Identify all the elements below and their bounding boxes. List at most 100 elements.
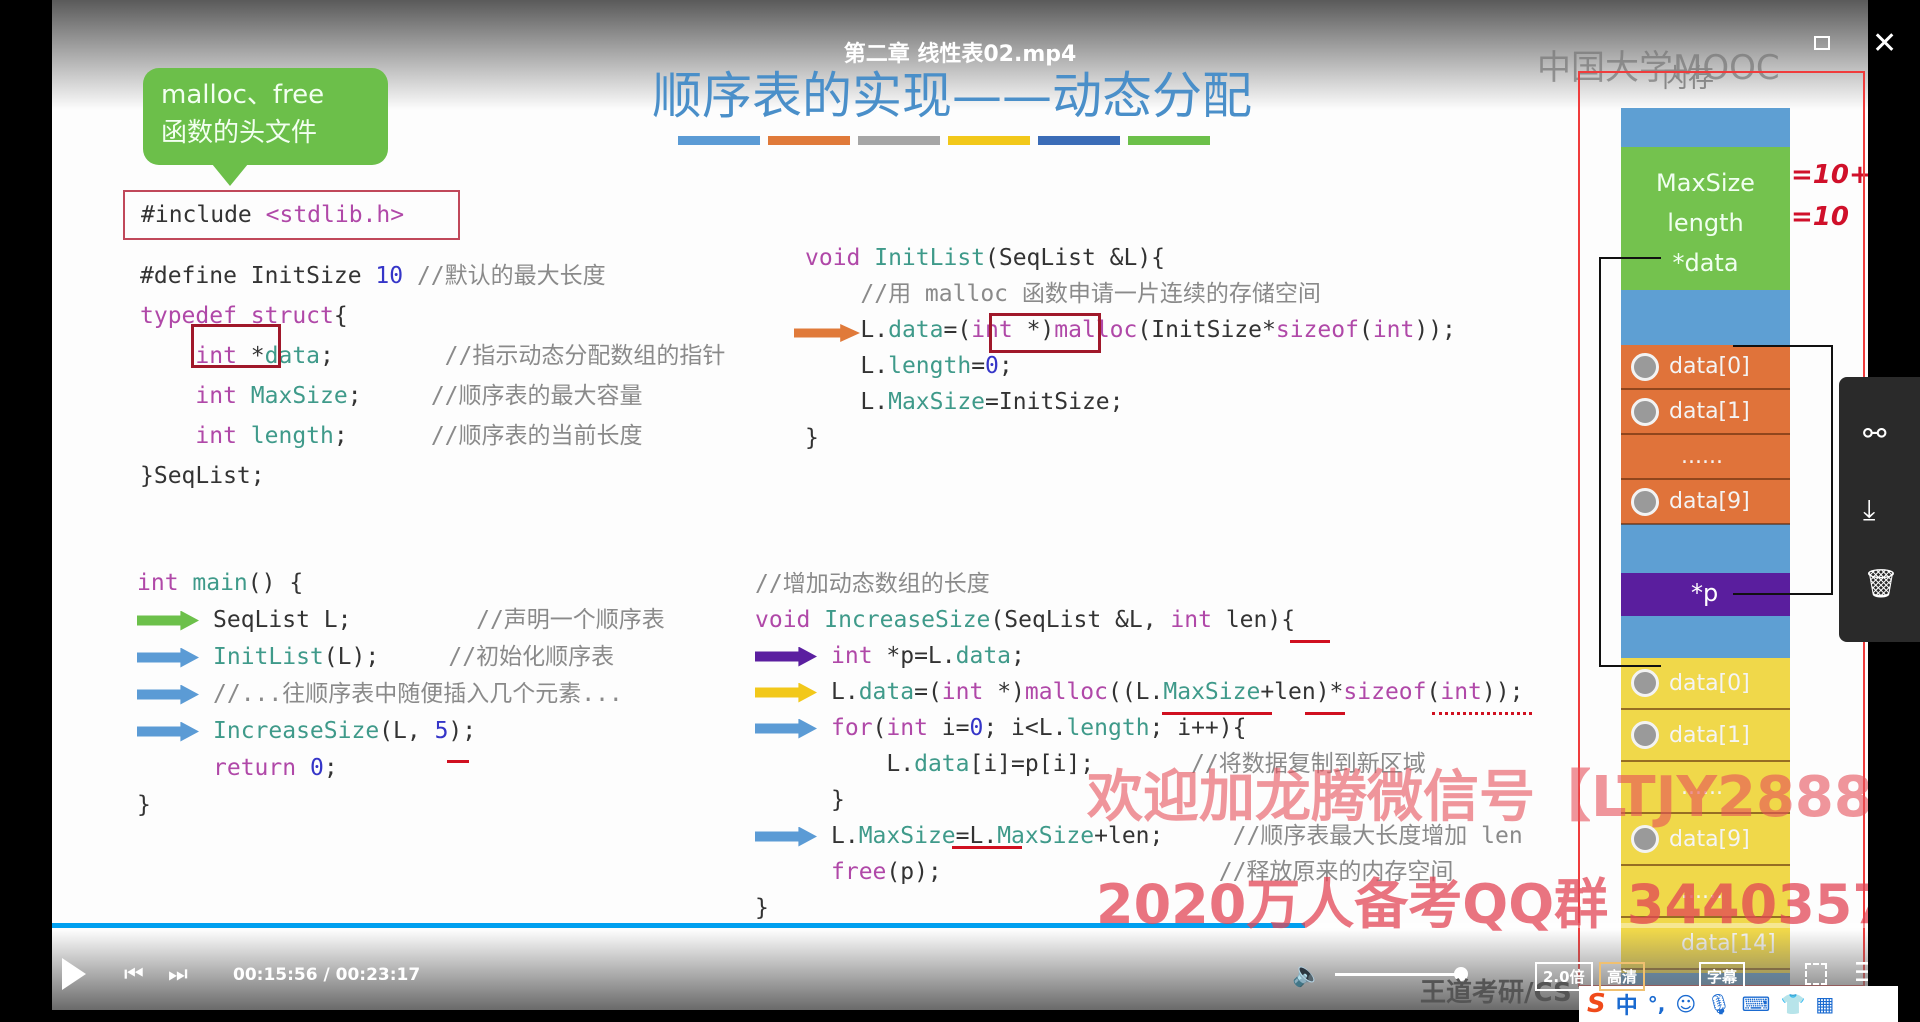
speed-button[interactable]: 2.0倍 <box>1535 962 1593 991</box>
main-code: int main() {SeqList L; //声明一个顺序表 InitList… <box>137 565 665 824</box>
code-token: 5 <box>434 718 449 744</box>
code-token: ((L. <box>1107 679 1164 705</box>
code-token: L. <box>831 823 859 849</box>
code-token: length <box>1066 715 1150 741</box>
code-token: [i]=p[i]; <box>969 751 1095 777</box>
emoji-icon[interactable]: ☺ <box>1675 992 1696 1016</box>
struct-code: #define InitSize 10 //默认的最大长度 typedef str… <box>140 256 725 496</box>
skin-icon[interactable]: 👕 <box>1780 992 1805 1016</box>
mic-icon[interactable]: 🎙 <box>1706 992 1731 1016</box>
code-token: int <box>1372 317 1415 343</box>
video-title: 第二章 线性表02.mp4 <box>843 42 1077 67</box>
code-token: (InitSize* <box>1137 317 1276 343</box>
watermark: 2020万人备考QQ群 344035733 <box>1096 873 1868 936</box>
code-token: } <box>755 895 769 921</box>
code-token: <stdlib.h> <box>265 202 405 228</box>
bubble-line: malloc、free <box>161 80 325 110</box>
code-token: ); <box>448 718 477 744</box>
ime-punct[interactable]: °, <box>1648 992 1666 1016</box>
color-bars <box>678 136 1210 145</box>
code-token: data <box>955 643 1012 669</box>
code-line: IncreaseSize(L, 5); <box>137 713 665 750</box>
sogou-logo: S <box>1587 989 1606 1019</box>
keyboard-icon[interactable]: ⌨ <box>1742 992 1771 1016</box>
code-line: L.data=(int *)malloc((L.MaxSize+len)*siz… <box>755 674 1523 710</box>
bubble-tail <box>212 164 248 186</box>
code-token: len){ <box>1211 607 1296 633</box>
code-token: data <box>858 679 915 705</box>
code-token: int <box>886 715 928 741</box>
code-line: //用 malloc 函数申请一片连续的存储空间 <box>805 276 1456 312</box>
quality-button[interactable]: 高清 <box>1599 962 1646 991</box>
code-token: IncreaseSize <box>213 718 380 744</box>
next-icon[interactable]: ⏭ <box>168 962 188 987</box>
color-bar <box>678 136 760 145</box>
initlist-code: void InitList(SeqList &L){ //用 malloc 函数… <box>805 240 1456 456</box>
code-token: data <box>888 317 944 343</box>
code-token: = <box>971 353 986 379</box>
code-token: ( <box>872 715 887 741</box>
code-line: int main() { <box>137 565 665 602</box>
code-token: 0 <box>969 715 984 741</box>
code-token: int <box>831 643 873 669</box>
code-token: MaxSize <box>236 383 348 409</box>
code-token: ; <box>323 755 338 781</box>
code-line: int length; //顺序表的当前长度 <box>140 416 725 456</box>
code-token: ; <box>320 343 445 369</box>
bubble-line: 函数的头文件 <box>161 118 318 148</box>
annotation-underline <box>1290 640 1330 643</box>
volume-icon[interactable]: 🔈 <box>1292 960 1322 988</box>
step-arrow <box>137 684 199 705</box>
code-token: int <box>140 383 237 409</box>
code-line: }SeqList; <box>140 456 725 496</box>
toolbox-icon[interactable]: ▦ <box>1815 992 1834 1016</box>
code-token: ( <box>1358 317 1373 343</box>
code-token: L. <box>831 751 915 777</box>
code-token: ( <box>1426 679 1441 705</box>
code-line: } <box>805 420 1456 456</box>
code-token: //指示动态分配数组的指针 <box>444 343 726 369</box>
code-token: } <box>831 787 845 813</box>
color-bar <box>768 136 850 145</box>
code-line: int MaxSize; //顺序表的最大容量 <box>140 376 725 416</box>
code-token: (L, <box>379 718 435 744</box>
code-token: MaxSize <box>858 823 956 849</box>
previous-icon[interactable]: ⏮ <box>124 962 144 987</box>
subtitle-button[interactable]: 字幕 <box>1699 962 1746 991</box>
code-token: (L); <box>323 644 380 670</box>
color-bar <box>858 136 940 145</box>
code-token: void <box>755 607 811 633</box>
code-token: (SeqList &L){ <box>985 245 1166 271</box>
code-token: L. <box>805 389 889 415</box>
ime-toolbar: S 中 °, ☺ 🎙 ⌨ 👕 ▦ <box>1579 986 1898 1022</box>
video-area[interactable]: 中国大学MOOC 内存 顺序表的实现——动态分配 malloc、free 函数的… <box>52 0 1868 1010</box>
ime-mode[interactable]: 中 <box>1616 988 1638 1020</box>
code-token: (SeqList &L, <box>990 607 1171 633</box>
code-token: (p); <box>886 859 942 885</box>
delete-icon[interactable]: 🗑 <box>1863 567 1899 600</box>
code-token: SeqList L; <box>213 607 352 633</box>
code-token: 0 <box>309 755 324 781</box>
code-token: main <box>178 570 248 596</box>
code-token: =( <box>914 679 942 705</box>
code-line: L.data=(int *)malloc(InitSize*sizeof(int… <box>805 312 1456 348</box>
annotation-underline <box>447 760 469 763</box>
close-icon[interactable]: ✕ <box>1872 26 1897 61</box>
code-token: } <box>805 425 819 451</box>
download-icon[interactable]: ⤓ <box>1863 493 1875 527</box>
share-icon[interactable]: ⚯ <box>1863 417 1886 450</box>
code-token: InitList <box>860 245 986 271</box>
code-token: int <box>1440 679 1482 705</box>
code-token: #include <box>141 202 266 228</box>
code-token: 0 <box>985 353 999 379</box>
play-icon[interactable] <box>62 958 86 990</box>
code-token: return <box>213 755 297 781</box>
playlist-icon[interactable]: ☰ <box>1854 958 1868 988</box>
code-token: 10 <box>375 263 404 289</box>
code-line: //增加动态数组的长度 <box>755 566 1523 602</box>
code-line: #include <stdlib.h> <box>141 202 442 228</box>
code-token: ; i++){ <box>1149 715 1247 741</box>
fullscreen-icon[interactable] <box>1805 963 1827 985</box>
annotation-underline <box>1305 712 1345 715</box>
